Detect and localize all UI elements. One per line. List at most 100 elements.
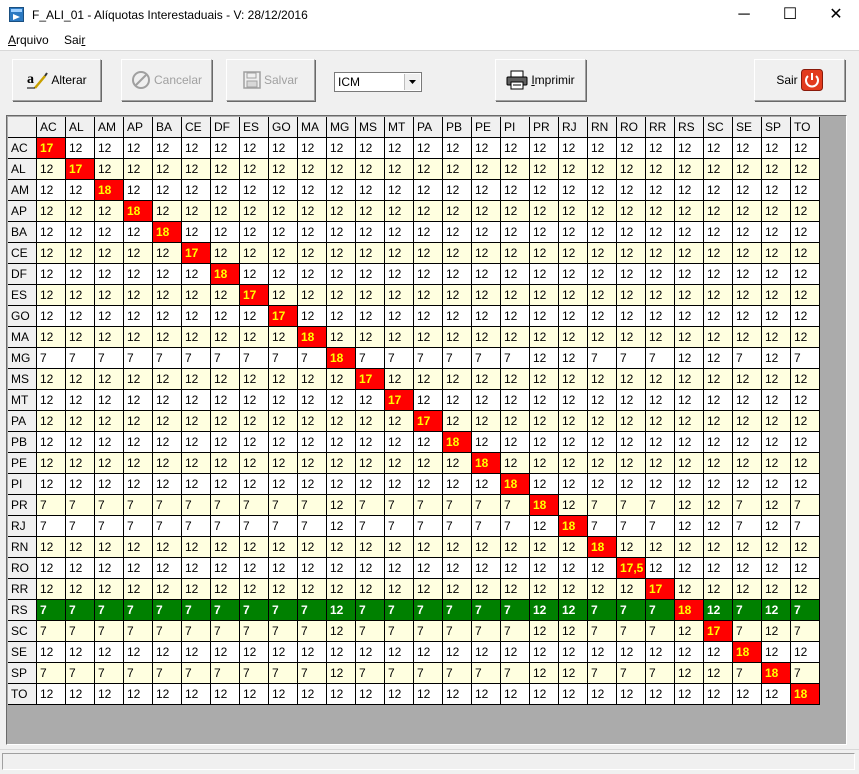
grid-cell[interactable]: 7 (443, 663, 472, 684)
grid-cell[interactable]: 12 (95, 159, 124, 180)
grid-cell[interactable]: 12 (617, 642, 646, 663)
grid-cell[interactable]: 12 (443, 453, 472, 474)
grid-cell[interactable]: 18 (211, 264, 240, 285)
grid-cell[interactable]: 12 (501, 411, 530, 432)
grid-cell[interactable]: 12 (37, 180, 66, 201)
grid-cell[interactable]: 12 (501, 642, 530, 663)
grid-cell[interactable]: 12 (588, 453, 617, 474)
grid-cell[interactable]: 12 (298, 243, 327, 264)
grid-cell[interactable]: 12 (588, 159, 617, 180)
grid-cell[interactable]: 7 (617, 600, 646, 621)
grid-cell[interactable]: 12 (385, 558, 414, 579)
grid-cell[interactable]: 17,5 (617, 558, 646, 579)
grid-cell[interactable]: 12 (153, 390, 182, 411)
grid-cell[interactable]: 12 (37, 222, 66, 243)
grid-cell[interactable]: 12 (95, 138, 124, 159)
table-row[interactable]: AP 12 12 12 18 12 12 12 12 12 12 12 12 12 12 12 12 12 12 12… (8, 201, 820, 222)
grid-cell[interactable]: 12 (559, 243, 588, 264)
grid-cell[interactable]: 12 (472, 264, 501, 285)
grid-cell[interactable]: 12 (675, 558, 704, 579)
grid-cell[interactable]: 12 (443, 285, 472, 306)
menu-sair[interactable]: Sair (64, 33, 85, 47)
grid-cell[interactable]: 12 (646, 432, 675, 453)
grid-cell[interactable]: 12 (66, 264, 95, 285)
grid-cell[interactable]: 12 (675, 306, 704, 327)
grid-cell[interactable]: 12 (791, 201, 820, 222)
grid-cell[interactable]: 12 (646, 180, 675, 201)
grid-cell[interactable]: 12 (530, 201, 559, 222)
grid-cell[interactable]: 12 (66, 306, 95, 327)
grid-cell[interactable]: 12 (269, 159, 298, 180)
grid-cell[interactable]: 12 (95, 306, 124, 327)
grid-cell[interactable]: 12 (733, 579, 762, 600)
grid-cell[interactable]: 12 (95, 432, 124, 453)
grid-cell[interactable]: 12 (327, 411, 356, 432)
grid-cell[interactable]: 7 (240, 495, 269, 516)
grid-cell[interactable]: 12 (37, 453, 66, 474)
grid-cell[interactable]: 12 (153, 432, 182, 453)
grid-cell[interactable]: 12 (675, 348, 704, 369)
grid-cell[interactable]: 12 (762, 474, 791, 495)
grid-cell[interactable]: 12 (791, 537, 820, 558)
grid-cell[interactable]: 12 (704, 495, 733, 516)
grid-cell[interactable]: 7 (733, 663, 762, 684)
grid-cell[interactable]: 7 (95, 348, 124, 369)
grid-cell[interactable]: 7 (588, 600, 617, 621)
grid-cell[interactable]: 12 (211, 222, 240, 243)
grid-cell[interactable]: 12 (356, 453, 385, 474)
grid-cell[interactable]: 12 (675, 201, 704, 222)
grid-cell[interactable]: 12 (588, 642, 617, 663)
grid-cell[interactable]: 12 (66, 243, 95, 264)
grid-cell[interactable]: 12 (762, 285, 791, 306)
grid-cell[interactable]: 12 (356, 558, 385, 579)
grid-cell[interactable]: 12 (153, 684, 182, 705)
grid-cell[interactable]: 12 (704, 327, 733, 348)
grid-cell[interactable]: 12 (559, 306, 588, 327)
grid-cell[interactable]: 7 (269, 495, 298, 516)
grid-cell[interactable]: 18 (530, 495, 559, 516)
grid-cell[interactable]: 12 (617, 684, 646, 705)
table-row[interactable]: SE 12 12 12 12 12 12 12 12 12 12 12 12 12 12 12 12 12 12 12… (8, 642, 820, 663)
grid-cell[interactable]: 12 (211, 285, 240, 306)
grid-cell[interactable]: 12 (269, 432, 298, 453)
grid-cell[interactable]: 12 (704, 180, 733, 201)
grid-cell[interactable]: 12 (617, 138, 646, 159)
grid-cell[interactable]: 12 (559, 159, 588, 180)
grid-cell[interactable]: 12 (762, 684, 791, 705)
grid-cell[interactable]: 12 (704, 348, 733, 369)
grid-cell[interactable]: 12 (762, 558, 791, 579)
table-row[interactable]: MS 12 12 12 12 12 12 12 12 12 12 12 17 12 12 12 12 12 12 12… (8, 369, 820, 390)
grid-cell[interactable]: 12 (153, 159, 182, 180)
grid-cell[interactable]: 12 (66, 369, 95, 390)
grid-cell[interactable]: 12 (66, 432, 95, 453)
grid-cell[interactable]: 12 (617, 474, 646, 495)
table-row[interactable]: CE 12 12 12 12 12 17 12 12 12 12 12 12 12 12 12 12 12 12 12… (8, 243, 820, 264)
grid-cell[interactable]: 12 (559, 180, 588, 201)
grid-cell[interactable]: 18 (762, 663, 791, 684)
grid-cell[interactable]: 12 (95, 285, 124, 306)
grid-cell[interactable]: 12 (675, 138, 704, 159)
table-row[interactable]: PB 12 12 12 12 12 12 12 12 12 12 12 12 12 12 18 12 12 12 12… (8, 432, 820, 453)
grid-cell[interactable]: 12 (617, 306, 646, 327)
grid-cell[interactable]: 12 (675, 411, 704, 432)
grid-cell[interactable]: 18 (124, 201, 153, 222)
grid-cell[interactable]: 12 (733, 201, 762, 222)
grid-cell[interactable]: 12 (762, 642, 791, 663)
grid-cell[interactable]: 12 (646, 411, 675, 432)
grid-cell[interactable]: 12 (298, 558, 327, 579)
grid-cell[interactable]: 12 (298, 201, 327, 222)
grid-cell[interactable]: 18 (588, 537, 617, 558)
grid-cell[interactable]: 12 (617, 222, 646, 243)
grid-cell[interactable]: 12 (356, 222, 385, 243)
grid-cell[interactable]: 12 (675, 621, 704, 642)
table-row[interactable]: MA 12 12 12 12 12 12 12 12 12 18 12 12 12 12 12 12 12 12 12… (8, 327, 820, 348)
grid-cell[interactable]: 12 (646, 642, 675, 663)
grid-cell[interactable]: 12 (530, 390, 559, 411)
grid-cell[interactable]: 12 (704, 222, 733, 243)
grid-cell[interactable]: 12 (356, 432, 385, 453)
grid-cell[interactable]: 12 (240, 390, 269, 411)
grid-cell[interactable]: 7 (443, 516, 472, 537)
grid-cell[interactable]: 12 (762, 327, 791, 348)
grid-cell[interactable]: 12 (269, 327, 298, 348)
grid-cell[interactable]: 12 (356, 537, 385, 558)
